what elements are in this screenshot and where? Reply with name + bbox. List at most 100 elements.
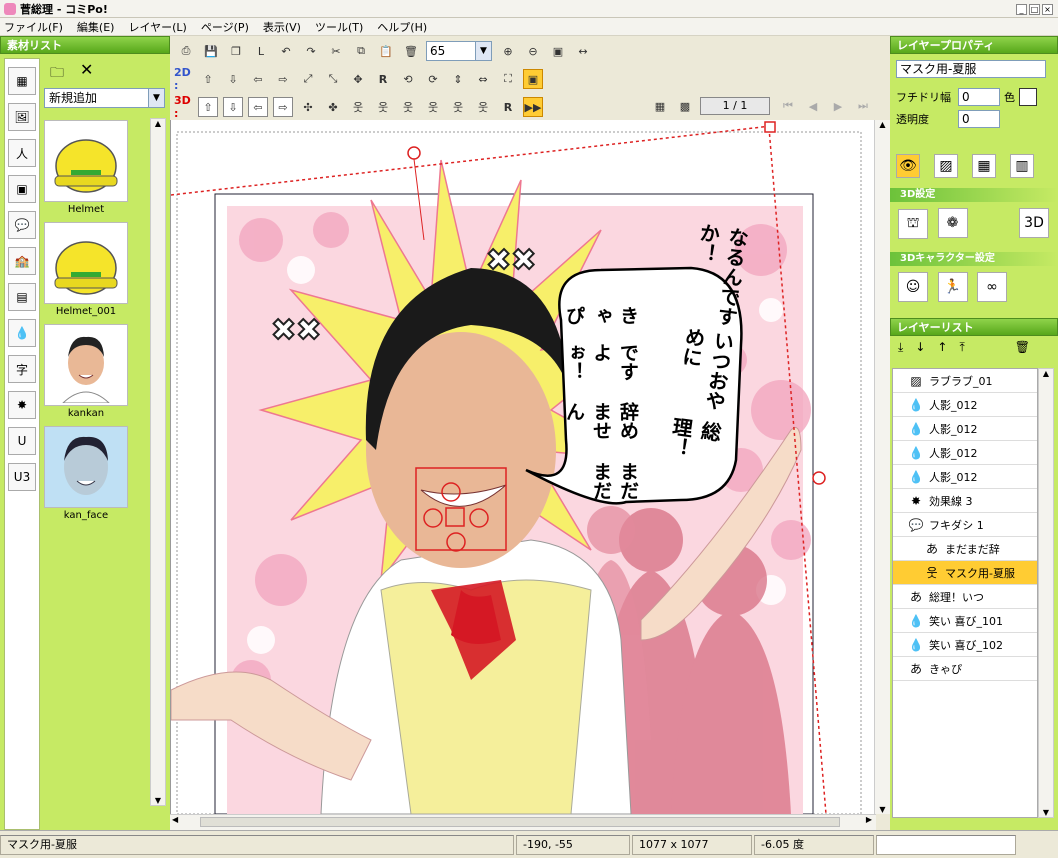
- 3d-move-left-icon[interactable]: ⇦: [248, 97, 268, 117]
- chevron-down-icon[interactable]: ▼: [148, 89, 164, 107]
- menu-file[interactable]: ファイル(F): [4, 19, 63, 35]
- 3d-zoom-out-icon[interactable]: ✤: [323, 97, 343, 117]
- close-button[interactable]: ×: [1042, 4, 1053, 15]
- maximize-button[interactable]: □: [1029, 4, 1040, 15]
- redo-icon[interactable]: ↷: [301, 41, 321, 61]
- fit-page-icon[interactable]: ▣: [548, 41, 568, 61]
- tool-icon[interactable]: ᒪ: [251, 41, 271, 61]
- text-effect-category-icon[interactable]: 字: [8, 355, 36, 383]
- material-filter-dropdown[interactable]: 新規追加 ▼: [44, 88, 165, 108]
- scroll-left-icon[interactable]: ◀: [172, 815, 178, 824]
- lock-icon[interactable]: ⛶: [498, 69, 518, 89]
- background-building-category-icon[interactable]: 🏫: [8, 247, 36, 275]
- copy-icon[interactable]: ⧉: [351, 41, 371, 61]
- user-3d-category-icon[interactable]: U3: [8, 463, 36, 491]
- paste-icon[interactable]: 📋: [376, 41, 396, 61]
- zoom-out-icon[interactable]: ⊖: [523, 41, 543, 61]
- menu-layer[interactable]: レイヤー(L): [128, 19, 186, 35]
- effect-lines-category-icon[interactable]: ✸: [8, 391, 36, 419]
- material-item[interactable]: Helmet: [44, 120, 128, 218]
- scroll-down-icon[interactable]: ▼: [151, 796, 165, 805]
- fit-width-icon[interactable]: ↔: [573, 41, 593, 61]
- layer-row[interactable]: 💧 人影_012: [893, 465, 1037, 489]
- rotate-right-icon[interactable]: ⟳: [423, 69, 443, 89]
- material-scrollbar[interactable]: ▲ ▼: [150, 118, 166, 806]
- scroll-up-icon[interactable]: ▲: [151, 119, 165, 128]
- layer-name-input[interactable]: マスク用-夏服: [896, 60, 1046, 78]
- image-icon[interactable]: ▨: [934, 154, 958, 178]
- scale-down-icon[interactable]: ⤡: [323, 69, 343, 89]
- canvas-horizontal-scrollbar[interactable]: ◀ ▶: [170, 814, 876, 830]
- prev-page-icon[interactable]: ◀: [803, 96, 823, 116]
- last-page-icon[interactable]: ⏭: [853, 96, 873, 116]
- copy-page-icon[interactable]: ❐: [226, 41, 246, 61]
- layer-row[interactable]: あまだまだ辞: [893, 537, 1037, 561]
- arrow-left-icon[interactable]: ⇦: [248, 69, 268, 89]
- move-down-icon[interactable]: ⇩: [223, 69, 243, 89]
- 3d-move-down-icon[interactable]: ⇩: [223, 97, 243, 117]
- fast-forward-icon[interactable]: ▶▶: [523, 97, 543, 117]
- undo-icon[interactable]: ↶: [276, 41, 296, 61]
- layer-row[interactable]: 💧 笑い 喜び_102: [893, 633, 1037, 657]
- layer-row[interactable]: 💧 人影_012: [893, 441, 1037, 465]
- zoom-select[interactable]: 65 ▼: [426, 41, 492, 61]
- 3d-zoom-in-icon[interactable]: ✣: [298, 97, 318, 117]
- comic-canvas[interactable]: ✖✖ ✖✖ まだまだ 辞めません ですよぉ！ きゃぴ 総理！ いつおやめに なる…: [170, 120, 876, 814]
- zoom-in-icon[interactable]: ⊕: [498, 41, 518, 61]
- print-icon[interactable]: ⎙: [176, 41, 196, 61]
- 3d-object-category-icon[interactable]: ▣: [8, 175, 36, 203]
- 3d-move-right-icon[interactable]: ⇨: [273, 97, 293, 117]
- 3d-rotate-left-icon[interactable]: 웃: [348, 97, 368, 117]
- move-up-icon[interactable]: ↑: [937, 340, 947, 355]
- eye-icon[interactable]: 👁: [896, 154, 920, 178]
- 3d-move-up-icon[interactable]: ⇧: [198, 97, 218, 117]
- move-bottom-icon[interactable]: ⤓: [898, 340, 903, 355]
- layer-list-scrollbar[interactable]: ▲ ▼: [1038, 368, 1054, 818]
- layer-row[interactable]: あ総理！いつ: [893, 585, 1037, 609]
- menu-help[interactable]: ヘルプ(H): [377, 19, 427, 35]
- layer-row[interactable]: 웃 マスク用-夏服: [893, 561, 1037, 585]
- save-icon[interactable]: 💾: [201, 41, 221, 61]
- scroll-down-icon[interactable]: ▼: [875, 805, 890, 814]
- folder-icon[interactable]: 🗀: [50, 62, 64, 86]
- flip-horizontal-icon[interactable]: ⇔: [473, 69, 493, 89]
- scroll-down-icon[interactable]: ▼: [1039, 808, 1053, 817]
- user-image-category-icon[interactable]: U: [8, 427, 36, 455]
- trash-icon[interactable]: 🗑: [1015, 340, 1030, 355]
- accessory-icon[interactable]: ∞: [977, 272, 1007, 302]
- rotate-left-icon[interactable]: ⟲: [398, 69, 418, 89]
- layer-row[interactable]: 💧 人影_012: [893, 417, 1037, 441]
- material-item[interactable]: kankan: [44, 324, 128, 422]
- move-top-icon[interactable]: ⤒: [959, 340, 964, 355]
- 3d-tilt-right-icon[interactable]: 웃: [423, 97, 443, 117]
- cut-icon[interactable]: ✂: [326, 41, 346, 61]
- 3d-reset-r-icon[interactable]: R: [498, 97, 518, 117]
- bring-front-icon[interactable]: ⇧: [198, 69, 218, 89]
- 3d-view-icon[interactable]: 3D: [1019, 208, 1049, 238]
- layer-row[interactable]: 💧 笑い 喜び_101: [893, 609, 1037, 633]
- delete-x-icon[interactable]: ✕: [80, 60, 93, 79]
- background-category-icon[interactable]: ▦: [8, 67, 36, 95]
- minimize-button[interactable]: _: [1016, 4, 1027, 15]
- opacity-input[interactable]: 0: [958, 110, 1000, 128]
- next-page-icon[interactable]: ▶: [828, 96, 848, 116]
- menu-view[interactable]: 表示(V): [263, 19, 301, 35]
- scroll-thumb[interactable]: [200, 817, 840, 827]
- color-adjust-icon[interactable]: ▥: [1010, 154, 1034, 178]
- first-page-icon[interactable]: ⏮: [778, 96, 798, 116]
- 3d-light-icon[interactable]: ❁: [937, 208, 968, 238]
- drop-category-icon[interactable]: 💧: [8, 319, 36, 347]
- menu-edit[interactable]: 編集(E): [77, 19, 115, 35]
- border-width-input[interactable]: 0: [958, 88, 1000, 106]
- canvas-vertical-scrollbar[interactable]: ▲ ▼: [874, 120, 890, 814]
- chevron-down-icon[interactable]: ▼: [475, 42, 491, 60]
- page-remove-icon[interactable]: ▩: [675, 96, 695, 116]
- 3d-tilt-left-icon[interactable]: 웃: [398, 97, 418, 117]
- transparency-icon[interactable]: ▦: [972, 154, 996, 178]
- 3d-character-category-icon[interactable]: 人: [8, 139, 36, 167]
- scroll-up-icon[interactable]: ▲: [1039, 369, 1053, 378]
- scroll-right-icon[interactable]: ▶: [866, 815, 872, 824]
- 3d-turn-back-icon[interactable]: 웃: [473, 97, 493, 117]
- 3d-rotate-right-icon[interactable]: 웃: [373, 97, 393, 117]
- cube-category-icon[interactable]: ▤: [8, 283, 36, 311]
